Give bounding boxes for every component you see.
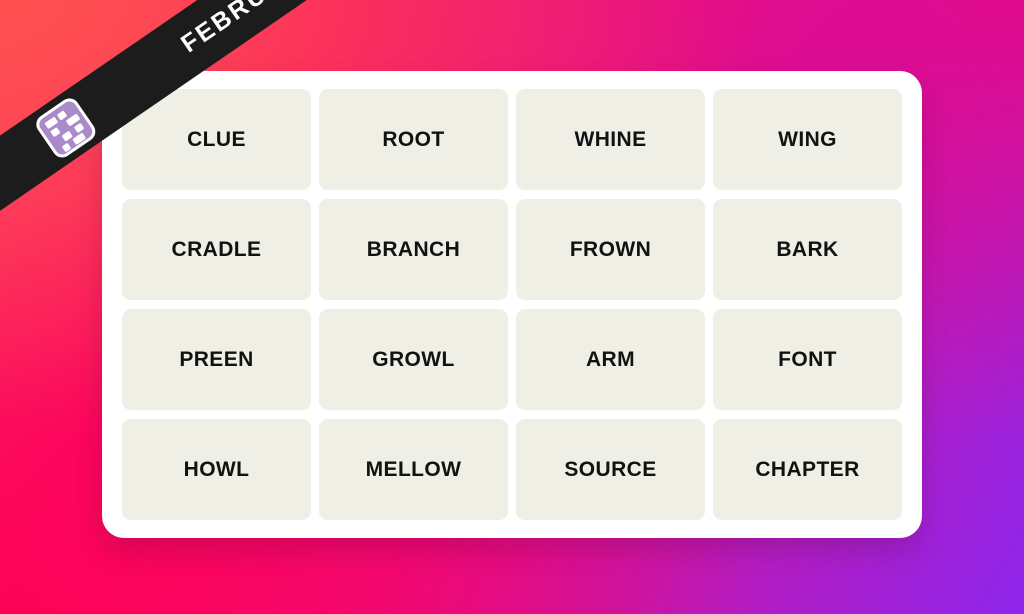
word-tile[interactable]: CRADLE [122, 199, 311, 300]
word-tile[interactable]: MELLOW [319, 419, 508, 520]
word-tile-label: ROOT [382, 127, 445, 151]
word-tile[interactable]: FROWN [516, 199, 705, 300]
word-tile-label: WING [778, 127, 837, 151]
word-tile[interactable]: BARK [713, 199, 902, 300]
word-tile-label: BRANCH [366, 237, 461, 261]
word-tile[interactable]: HOWL [122, 419, 311, 520]
word-tile-label: ARM [585, 347, 636, 371]
puzzle-promo-canvas: CLUE ROOT WHINE WING CRADLE BRANCH FROWN… [0, 0, 1024, 614]
word-tile[interactable]: BRANCH [319, 199, 508, 300]
word-tile[interactable]: GROWL [319, 309, 508, 410]
word-tile[interactable]: PREEN [122, 309, 311, 410]
word-tile-label: FROWN [569, 237, 652, 261]
date-banner-label: FEBRUARY 22 [176, 0, 356, 59]
word-grid: CLUE ROOT WHINE WING CRADLE BRANCH FROWN… [122, 89, 902, 520]
word-tile[interactable]: ARM [516, 309, 705, 410]
word-tile[interactable]: WING [713, 89, 902, 190]
puzzle-card: CLUE ROOT WHINE WING CRADLE BRANCH FROWN… [102, 71, 922, 538]
connections-puzzle-grid-icon [32, 94, 100, 162]
word-tile-label: WHINE [574, 127, 647, 151]
logo-cell [72, 132, 87, 146]
word-tile-label: SOURCE [564, 457, 657, 481]
word-tile-label: BARK [776, 237, 839, 261]
word-tile[interactable]: FONT [713, 309, 902, 410]
word-tile-label: GROWL [372, 347, 455, 371]
word-tile-label: FONT [778, 347, 837, 371]
word-tile-label: CRADLE [171, 237, 262, 261]
word-tile[interactable]: ROOT [319, 89, 508, 190]
word-tile[interactable]: CHAPTER [713, 419, 902, 520]
word-tile-label: CHAPTER [755, 457, 860, 481]
word-tile-label: CLUE [187, 127, 246, 151]
word-tile-label: HOWL [183, 457, 250, 481]
logo-cell [61, 130, 73, 142]
logo-cell [61, 142, 72, 153]
word-tile[interactable]: WHINE [516, 89, 705, 190]
word-tile[interactable]: SOURCE [516, 419, 705, 520]
word-tile-label: MELLOW [365, 457, 462, 481]
logo-cell [56, 110, 68, 121]
logo-cell [73, 122, 85, 134]
logo-cell [50, 126, 61, 138]
logo-box [32, 94, 100, 162]
word-tile-label: PREEN [179, 347, 254, 371]
